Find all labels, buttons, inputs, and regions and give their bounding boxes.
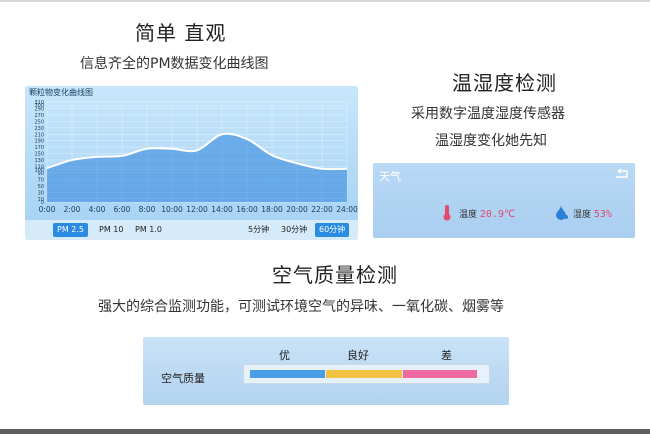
x-tick-label: 14:00 (211, 205, 233, 214)
range-60min-button[interactable]: 60分钟 (315, 223, 350, 237)
x-tick-label: 20:00 (286, 205, 308, 214)
top-divider (0, 0, 650, 2)
pm-line-chart: 颗粒物变化曲线图 0103050709010011013015017019021… (29, 87, 358, 214)
y-tick-label: 270 (34, 113, 44, 119)
humidity-value: 53% (593, 209, 612, 220)
level-fair-label: 良好 (347, 349, 369, 362)
air-quality-scale (243, 364, 490, 384)
chart-title: 颗粒物变化曲线图 (29, 87, 93, 97)
y-tick-label: 110 (34, 165, 44, 171)
back-arrow-icon[interactable] (613, 166, 629, 185)
section2-line1: 采用数字温度湿度传感器 (411, 106, 565, 122)
section3-title: 空气质量检测 (272, 263, 398, 287)
section2-title: 温湿度检测 (452, 71, 557, 95)
x-tick-label: 12:00 (186, 205, 208, 214)
temperature-reading: 温度 20.9℃ (459, 207, 515, 220)
pm-chart-card: 颗粒物变化曲线图 0 10 30 50 70 90 100 110 130 150 170 190 21… (25, 86, 358, 240)
y-tick-label: 210 (34, 132, 44, 138)
level-good-label: 优 (279, 349, 290, 362)
sensor-card-title: 天气 (379, 170, 401, 183)
sensor-card: 天气 温度 20.9℃ 湿度 53% (373, 163, 635, 238)
x-tick-label: 18:00 (261, 205, 283, 214)
y-tick-label: 70 (38, 177, 44, 183)
section1-subtitle: 信息齐全的PM数据变化曲线图 (80, 56, 269, 72)
x-tick-label: 4:00 (89, 205, 106, 214)
air-quality-label: 空气质量 (161, 372, 205, 385)
y-tick-label: 310 (34, 100, 44, 106)
chart-toolbar: PM 2.5 PM 10 PM 1.0 5分钟 30分钟 60分钟 (25, 220, 358, 240)
humidity-label: 湿度 (573, 210, 592, 220)
water-drop-icon (555, 205, 569, 225)
pm10-tab[interactable]: PM 10 (95, 223, 127, 237)
temperature-value: 20.9℃ (479, 209, 516, 220)
x-tick-label: 24:00 (336, 205, 358, 214)
x-tick-label: 22:00 (311, 205, 333, 214)
level-poor-bar (403, 370, 477, 378)
y-tick-label: 10 (38, 197, 44, 203)
pm25-tab[interactable]: PM 2.5 (53, 223, 88, 237)
level-good-bar (250, 370, 325, 378)
x-tick-label: 16:00 (236, 205, 258, 214)
bottom-divider (0, 429, 650, 434)
y-tick-label: 230 (34, 126, 44, 132)
x-tick-label: 10:00 (161, 205, 183, 214)
x-tick-label: 6:00 (114, 205, 131, 214)
y-tick-label: 170 (34, 145, 44, 151)
temperature-label: 温度 (459, 210, 478, 220)
y-tick-label: 30 (38, 190, 44, 196)
y-tick-label: 190 (34, 139, 44, 145)
air-quality-card: 空气质量 优 良好 差 (143, 337, 509, 405)
section3-subtitle: 强大的综合监测功能，可测试环境空气的异味、一氧化碳、烟雾等 (98, 299, 504, 315)
thermometer-icon (441, 205, 453, 225)
x-tick-label: 0:00 (39, 205, 56, 214)
y-tick-label: 50 (38, 184, 44, 190)
pm1-tab[interactable]: PM 1.0 (131, 223, 166, 237)
y-tick-label: 150 (34, 152, 44, 158)
section1-title: 简单 直观 (135, 21, 227, 45)
level-poor-label: 差 (441, 349, 452, 362)
y-tick-label: 250 (34, 119, 44, 125)
humidity-reading: 湿度 53% (573, 207, 612, 220)
level-fair-bar (326, 370, 402, 378)
range-30min-button[interactable]: 30分钟 (277, 223, 311, 237)
section2-line2: 温湿度变化她先知 (435, 133, 547, 149)
x-tick-label: 2:00 (64, 205, 81, 214)
range-5min-button[interactable]: 5分钟 (244, 223, 273, 237)
x-tick-label: 8:00 (139, 205, 156, 214)
y-tick-label: 130 (34, 158, 44, 164)
